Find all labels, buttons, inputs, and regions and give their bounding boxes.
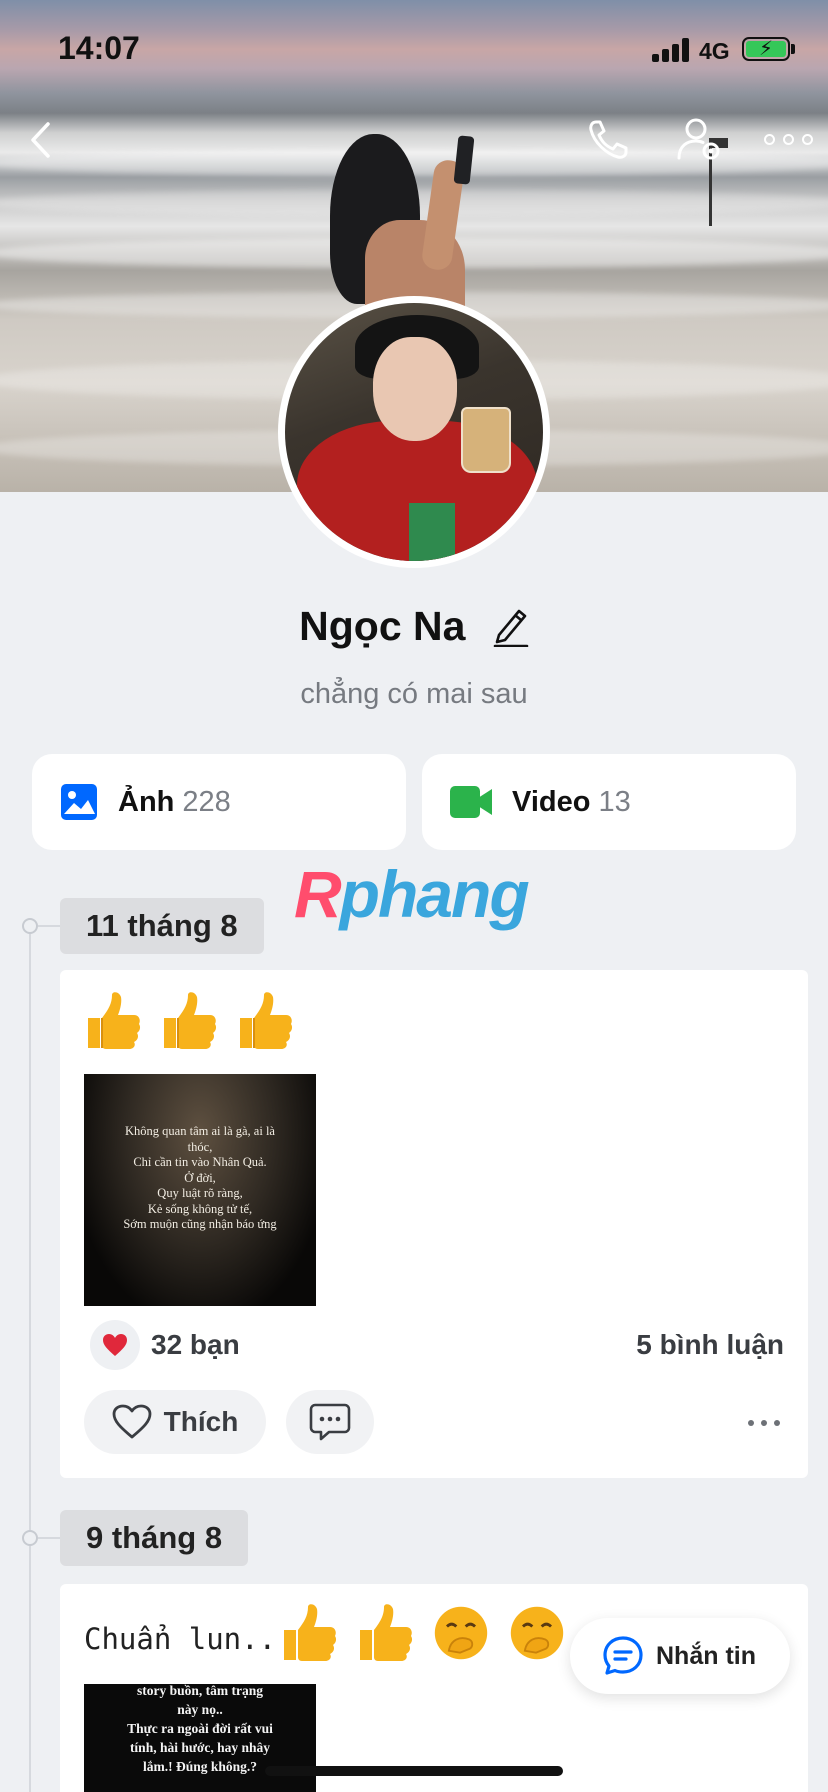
post-card[interactable]: Không quan tâm ai là gà, ai là thóc, Chỉ…	[60, 970, 808, 1478]
post-text: Chuẩn lun..	[84, 1622, 277, 1656]
chat-bubble-icon	[603, 1636, 643, 1675]
timeline-dot	[22, 918, 38, 934]
videos-button[interactable]: Video 13	[422, 754, 796, 850]
post-image-caption: Không quan tâm ai là gà, ai là thóc, Chỉ…	[123, 1124, 277, 1231]
thumbs-up-icon	[164, 992, 217, 1049]
battery-icon: ⚡	[742, 37, 790, 61]
thumbs-up-icon	[360, 1604, 413, 1661]
battery-cap	[791, 44, 795, 54]
profile-name: Ngọc Na	[0, 600, 828, 650]
avatar[interactable]	[278, 296, 550, 568]
edit-name-icon[interactable]	[491, 605, 529, 648]
like-label: Thích	[163, 1406, 239, 1437]
post-image[interactable]: Không quan tâm ai là gà, ai là thóc, Chỉ…	[84, 1074, 316, 1306]
more-options-icon[interactable]	[764, 134, 813, 145]
profile-bio: chẳng có mai sau	[300, 678, 528, 710]
photos-button[interactable]: Ảnh 228	[32, 754, 406, 850]
date-chip: 11 tháng 8	[60, 898, 264, 954]
send-message-label: Nhắn tin	[656, 1641, 756, 1670]
photos-count: 228	[182, 785, 231, 818]
post-more-icon[interactable]	[748, 1420, 780, 1426]
back-icon[interactable]	[28, 120, 54, 160]
hand-over-mouth-emoji-icon	[510, 1606, 564, 1660]
thumbs-up-icon	[284, 1604, 337, 1661]
date-chip: 9 tháng 8	[60, 1510, 249, 1566]
video-icon	[450, 786, 492, 818]
post-emojis	[84, 990, 312, 1052]
videos-label: Video	[512, 785, 591, 818]
hand-over-mouth-emoji-icon	[434, 1606, 488, 1660]
like-button[interactable]: Thích	[84, 1390, 266, 1454]
profile-name-text: Ngọc Na	[299, 602, 466, 649]
photos-label: Ảnh	[118, 785, 175, 818]
send-message-button[interactable]: Nhắn tin	[570, 1618, 790, 1694]
timeline-line	[29, 925, 31, 1792]
comment-icon	[309, 1403, 351, 1441]
profile-settings-icon[interactable]	[676, 116, 722, 162]
home-indicator[interactable]	[265, 1766, 563, 1776]
thumbs-up-icon	[88, 992, 141, 1049]
network-type: 4G	[699, 38, 730, 64]
signal-icon	[652, 38, 692, 62]
heart-outline-icon	[112, 1404, 152, 1439]
thumbs-up-icon	[240, 992, 293, 1049]
comments-count[interactable]: 5 bình luận	[636, 1329, 784, 1361]
status-time: 14:07	[58, 30, 140, 66]
videos-count: 13	[598, 785, 631, 818]
heart-icon	[103, 1334, 127, 1356]
photo-icon	[61, 784, 97, 820]
likes-count[interactable]: 32 bạn	[151, 1329, 240, 1361]
post-emojis	[280, 1602, 584, 1664]
comment-button[interactable]	[286, 1390, 374, 1454]
watermark-logo: Rphang	[294, 857, 530, 931]
post-image-caption: story buồn, tâm trạng này nọ.. Thực ra n…	[127, 1684, 273, 1774]
reaction-heart	[90, 1320, 140, 1370]
timeline-dot	[22, 1530, 38, 1546]
phone-call-icon[interactable]	[586, 118, 630, 162]
